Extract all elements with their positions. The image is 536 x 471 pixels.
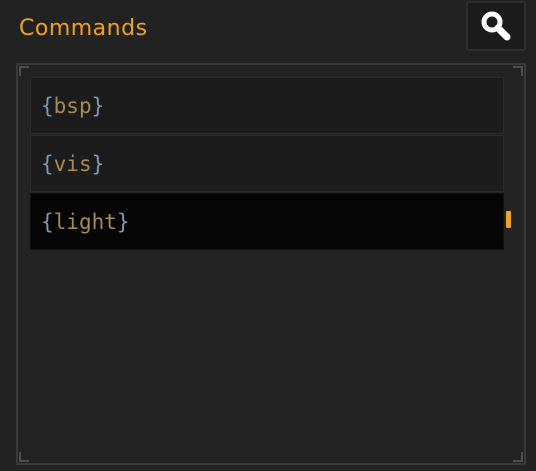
command-item-bsp[interactable]: {bsp} bbox=[30, 77, 504, 134]
search-button[interactable] bbox=[466, 1, 526, 51]
brace-close: } bbox=[91, 151, 105, 176]
command-label: {bsp} bbox=[41, 94, 104, 118]
command-label: {light} bbox=[41, 210, 130, 234]
brace-open: { bbox=[41, 93, 54, 118]
panel-corner-top-left bbox=[19, 66, 29, 76]
panel-title: Commands bbox=[19, 16, 148, 41]
search-icon bbox=[481, 11, 511, 41]
command-name: light bbox=[53, 209, 117, 234]
panel-corner-top-right bbox=[513, 66, 523, 76]
command-name: bsp bbox=[53, 93, 92, 118]
command-name: vis bbox=[53, 151, 92, 176]
command-label: {vis} bbox=[41, 152, 104, 176]
commands-panel: {bsp} {vis} {light} bbox=[16, 63, 526, 465]
command-item-light[interactable]: {light} bbox=[30, 193, 504, 250]
panel-corner-bottom-right bbox=[513, 452, 523, 462]
command-list: {bsp} {vis} {light} bbox=[30, 77, 504, 251]
brace-open: { bbox=[41, 209, 54, 234]
brace-close: } bbox=[116, 209, 130, 234]
selection-indicator bbox=[506, 211, 511, 228]
brace-open: { bbox=[41, 151, 54, 176]
brace-close: } bbox=[91, 93, 105, 118]
command-item-vis[interactable]: {vis} bbox=[30, 135, 504, 192]
panel-corner-bottom-left bbox=[19, 452, 29, 462]
